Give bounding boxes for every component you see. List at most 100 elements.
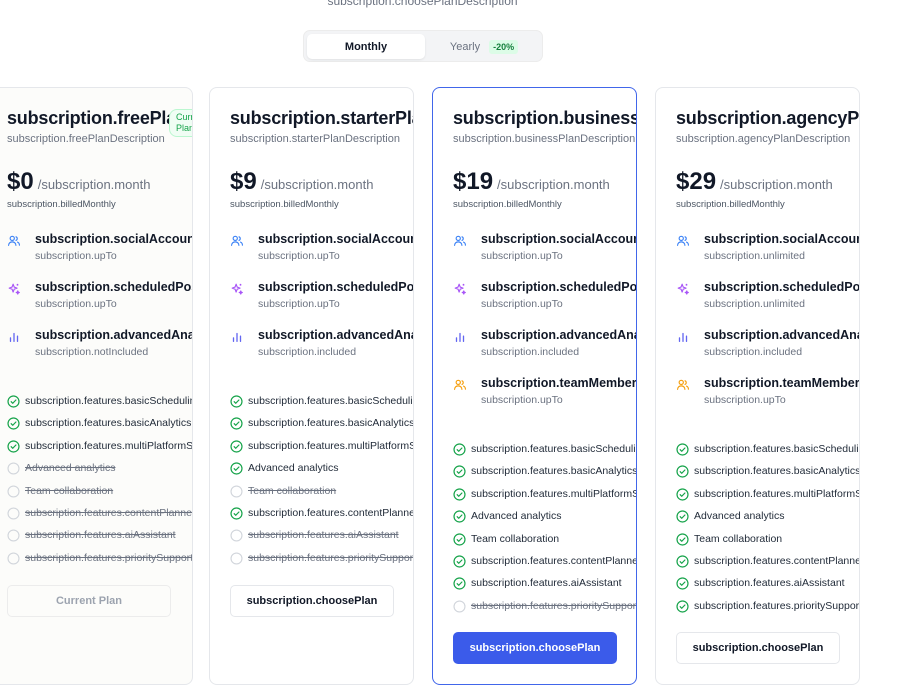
check-circle-icon [453,510,466,523]
billed-note: subscription.billedMonthly [230,199,339,210]
sparkle-icon [676,282,690,296]
checklist-label: subscription.features.contentPlanner [248,507,414,519]
feature-subtitle: subscription.upTo [258,298,340,310]
current-plan-button[interactable]: Current Plan [7,585,171,617]
checklist-label: subscription.features.basicScheduling [248,395,414,407]
check-circle-icon [676,600,689,613]
choose-plan-button[interactable]: subscription.choosePlan [453,632,617,664]
feature-subtitle: subscription.unlimited [704,250,805,262]
feature-title: subscription.socialAccounts [704,232,860,246]
checklist-label: Advanced analytics [471,510,562,523]
feature-subtitle: subscription.included [481,346,580,358]
empty-circle-icon [230,485,243,498]
feature-subtitle: subscription.upTo [35,298,117,310]
feature-title: subscription.socialAccounts [481,232,637,246]
toggle-monthly[interactable]: Monthly [307,34,425,59]
check-circle-icon [230,417,243,430]
feature-subtitle: subscription.upTo [481,250,563,262]
empty-circle-icon [7,485,20,498]
check-circle-icon [676,488,689,501]
users-icon [676,234,690,248]
feature-title: subscription.socialAccounts [35,232,193,246]
feature-subtitle: subscription.notIncluded [35,346,149,358]
feature-subtitle: subscription.included [258,346,357,358]
checklist-label: subscription.features.basicAnalytics [471,465,637,478]
checklist-label: subscription.features.contentPlanner [471,555,637,567]
price-row: $0 /subscription.month [7,168,150,196]
price-row: $9 /subscription.month [230,168,373,196]
checklist-label: Advanced analytics [694,510,785,523]
check-circle-icon [676,533,689,546]
check-circle-icon [676,443,689,456]
checklist-label: subscription.features.basicScheduling [694,443,860,455]
checklist-label: Advanced analytics [248,462,339,475]
checklist-label: Advanced analytics [25,462,116,475]
plan-period: /subscription.month [720,177,833,192]
yearly-discount-badge: -20% [489,39,519,54]
toggle-yearly[interactable]: Yearly -20% [428,34,540,59]
plan-period: /subscription.month [260,177,374,192]
feature-subtitle: subscription.unlimited [704,298,805,310]
choose-plan-button[interactable]: subscription.choosePlan [676,632,840,664]
check-circle-icon [7,417,20,430]
toggle-monthly-label: Monthly [344,40,388,53]
checklist-label: Team collaboration [694,532,783,545]
empty-circle-icon [7,507,20,520]
feature-title: subscription.teamMembers [704,376,860,390]
plan-name: subscription.starterPlan [230,108,414,128]
billed-note: subscription.billedMonthly [676,199,785,210]
checklist-label: Team collaboration [25,484,114,497]
check-circle-icon [230,507,243,520]
check-circle-icon [453,555,466,568]
checklist-label: subscription.features.aiAssistant [694,577,845,590]
check-circle-icon [230,440,243,453]
price-row: $19 /subscription.month [453,168,610,196]
feature-title: subscription.advancedAnalytics [35,328,192,342]
plan-description: subscription.freePlanDescription [7,133,165,145]
feature-subtitle: subscription.upTo [258,250,340,262]
button-label: subscription.choosePlan [469,642,601,654]
feature-title: subscription.advancedAnalytics [258,328,413,342]
empty-circle-icon [230,529,243,542]
feature-title: subscription.advancedAnalytics [704,328,859,342]
sparkle-icon [453,282,467,296]
billed-note: subscription.billedMonthly [7,199,116,210]
sparkle-icon [230,282,244,296]
feature-title: subscription.scheduledPosts [258,280,414,294]
plan-price: $9 [230,168,257,195]
plan-name: subscription.businessPlan [453,108,637,128]
check-circle-icon [453,465,466,478]
checklist-label: subscription.features.prioritySupport [471,599,637,612]
checklist-label: subscription.features.prioritySupport [248,551,414,564]
plan-period: /subscription.month [497,177,610,192]
users-icon [7,234,21,248]
checklist-label: subscription.features.basicAnalytics [694,465,860,478]
empty-circle-icon [230,552,243,565]
feature-title: subscription.scheduledPosts [481,280,637,294]
empty-circle-icon [7,462,20,475]
users-icon [453,234,467,248]
empty-circle-icon [453,600,466,613]
check-circle-icon [453,533,466,546]
feature-subtitle: subscription.upTo [481,298,563,310]
checklist-label: subscription.features.multiPlatformSuppo… [248,439,414,452]
team-icon [676,378,690,392]
chart-icon [676,330,690,344]
checklist-label: subscription.features.contentPlanner [694,555,860,567]
checklist-label: subscription.features.basicScheduling [25,395,193,407]
feature-subtitle: subscription.upTo [704,394,786,406]
check-circle-icon [453,443,466,456]
checklist-label: Team collaboration [248,484,337,497]
empty-circle-icon [7,552,20,565]
feature-title: subscription.advancedAnalytics [481,328,636,342]
plan-card-business: subscription.businessPlan subscription.b… [432,87,637,685]
plan-card-starter: subscription.starterPlan subscription.st… [209,87,414,685]
page-description: subscription.choosePlanDescription [327,0,518,8]
chart-icon [7,330,21,344]
checklist-label: subscription.features.prioritySupport [25,551,193,564]
checklist-label: subscription.features.basicScheduling [471,443,637,455]
choose-plan-button[interactable]: subscription.choosePlan [230,585,394,617]
plan-price: $0 [7,168,34,195]
checklist-label: subscription.features.multiPlatformSuppo… [25,439,193,452]
checklist-label: subscription.features.multiPlatformSuppo… [694,487,860,500]
